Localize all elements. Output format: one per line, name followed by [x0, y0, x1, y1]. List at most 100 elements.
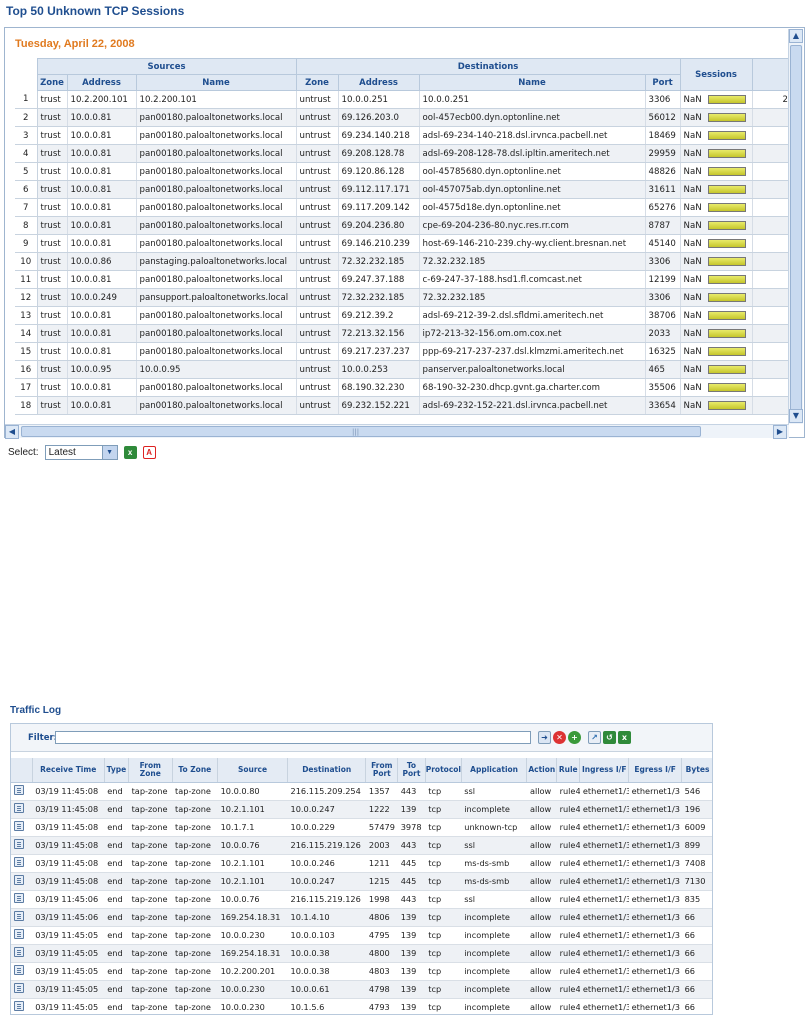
log-row[interactable]: 03/19 11:45:08 end tap-zone tap-zone 10.2.1.…	[11, 872, 712, 891]
detail-cell[interactable]	[11, 854, 33, 873]
log-row[interactable]: 03/19 11:45:06 end tap-zone tap-zone 10.0.0.…	[11, 890, 712, 909]
export-icon[interactable]: ↺	[603, 731, 616, 744]
col-header-bytes[interactable]: Bytes	[681, 758, 712, 783]
col-header-to-port[interactable]: To Port	[397, 758, 426, 783]
vertical-scrollbar[interactable]: ▲ ▼	[788, 29, 803, 424]
col-header-to-zone[interactable]: To Zone	[172, 758, 219, 783]
source-address-header[interactable]: Address	[66, 74, 137, 91]
table-row[interactable]: 15 trust 10.0.0.81 pan00180.paloaltonetwork…	[15, 342, 790, 361]
dest-zone-header[interactable]: Zone	[295, 74, 339, 91]
log-detail-icon[interactable]	[14, 839, 24, 849]
detail-cell[interactable]	[11, 998, 33, 1014]
table-row[interactable]: 9 trust 10.0.0.81 pan00180.paloaltonetworks…	[15, 234, 790, 253]
log-detail-icon[interactable]	[14, 803, 24, 813]
table-row[interactable]: 18 trust 10.0.0.81 pan00180.paloaltonetwork…	[15, 396, 790, 415]
source-zone-header[interactable]: Zone	[36, 74, 68, 91]
port-header[interactable]: Port	[644, 74, 681, 91]
log-row[interactable]: 03/19 11:45:08 end tap-zone tap-zone 10.2.1.…	[11, 800, 712, 819]
log-detail-icon[interactable]	[14, 893, 24, 903]
detail-cell[interactable]	[11, 908, 33, 927]
apply-filter-icon[interactable]: ➜	[538, 731, 551, 744]
log-row[interactable]: 03/19 11:45:08 end tap-zone tap-zone 10.2.1.…	[11, 854, 712, 873]
pdf-icon[interactable]: A	[142, 446, 156, 459]
log-row[interactable]: 03/19 11:45:06 end tap-zone tap-zone 169.254…	[11, 908, 712, 927]
table-row[interactable]: 3 trust 10.0.0.81 pan00180.paloaltonetworks…	[15, 126, 790, 145]
col-header-action[interactable]: Action	[526, 758, 558, 783]
col-header-type[interactable]: Type	[104, 758, 130, 783]
col-header-application[interactable]: Application	[461, 758, 528, 783]
col-header-receive-time[interactable]: Receive Time	[32, 758, 105, 783]
log-row[interactable]: 03/19 11:45:05 end tap-zone tap-zone 10.0.0.…	[11, 926, 712, 945]
col-header-destination[interactable]: Destination	[287, 758, 367, 783]
table-row[interactable]: 16 trust 10.0.0.95 10.0.0.95 untrust 10.0.0.2…	[15, 360, 790, 379]
scroll-up-icon[interactable]: ▲	[789, 29, 803, 43]
log-row[interactable]: 03/19 11:45:05 end tap-zone tap-zone 10.0.0.…	[11, 980, 712, 999]
table-row[interactable]: 12 trust 10.0.0.249 pansupport.paloaltonetw…	[15, 288, 790, 307]
horizontal-scroll-thumb[interactable]: |||	[21, 426, 701, 437]
add-filter-icon[interactable]: +	[568, 731, 581, 744]
table-row[interactable]: 8 trust 10.0.0.81 pan00180.paloaltonetworks…	[15, 216, 790, 235]
scroll-right-icon[interactable]: ▶	[773, 425, 787, 439]
detail-cell[interactable]	[11, 782, 33, 801]
detail-cell[interactable]	[11, 818, 33, 837]
detail-cell[interactable]	[11, 980, 33, 999]
period-select[interactable]: Latest ▼	[44, 445, 118, 460]
log-detail-icon[interactable]	[14, 911, 24, 921]
log-detail-icon[interactable]	[14, 1001, 24, 1011]
log-detail-icon[interactable]	[14, 947, 24, 957]
col-header-rule[interactable]: Rule	[556, 758, 581, 783]
sessions-header[interactable]: Sessions	[679, 58, 753, 91]
scroll-down-icon[interactable]: ▼	[789, 409, 803, 423]
clear-filter-icon[interactable]: ✕	[553, 731, 566, 744]
detail-cell[interactable]	[11, 962, 33, 981]
log-row[interactable]: 03/19 11:45:05 end tap-zone tap-zone 10.2.20…	[11, 962, 712, 981]
table-row[interactable]: 13 trust 10.0.0.81 pan00180.paloaltonetwork…	[15, 306, 790, 325]
col-header-source[interactable]: Source	[217, 758, 288, 783]
vertical-scroll-thumb[interactable]	[790, 45, 802, 415]
excel-export-icon[interactable]: x	[618, 731, 631, 744]
detail-cell[interactable]	[11, 944, 33, 963]
table-row[interactable]: 5 trust 10.0.0.81 pan00180.paloaltonetworks…	[15, 162, 790, 181]
chevron-down-icon[interactable]: ▼	[101, 446, 117, 459]
dest-name-header[interactable]: Name	[418, 74, 646, 91]
table-row[interactable]: 10 trust 10.0.0.86 panstaging.paloaltonetwo…	[15, 252, 790, 271]
detail-cell[interactable]	[11, 926, 33, 945]
table-row[interactable]: 1 trust 10.2.200.101 10.2.200.101 untrust 10.…	[15, 90, 790, 109]
log-row[interactable]: 03/19 11:45:08 end tap-zone tap-zone 10.0.0.…	[11, 782, 712, 801]
log-detail-icon[interactable]	[14, 929, 24, 939]
scroll-left-icon[interactable]: ◀	[5, 425, 19, 439]
log-detail-icon[interactable]	[14, 875, 24, 885]
col-header-ingress-i-f[interactable]: Ingress I/F	[579, 758, 630, 783]
log-row[interactable]: 03/19 11:45:05 end tap-zone tap-zone 169.254…	[11, 944, 712, 963]
col-header-from-port[interactable]: From Port	[365, 758, 399, 783]
excel-icon[interactable]: x	[123, 446, 137, 459]
table-row[interactable]: 17 trust 10.0.0.81 pan00180.paloaltonetwork…	[15, 378, 790, 397]
source-name-header[interactable]: Name	[135, 74, 297, 91]
table-row[interactable]: 11 trust 10.0.0.81 pan00180.paloaltonetwork…	[15, 270, 790, 289]
col-header-protocol[interactable]: Protocol	[425, 758, 462, 783]
table-row[interactable]: 4 trust 10.0.0.81 pan00180.paloaltonetworks…	[15, 144, 790, 163]
log-detail-icon[interactable]	[14, 857, 24, 867]
dest-address-header[interactable]: Address	[337, 74, 420, 91]
log-detail-icon[interactable]	[14, 785, 24, 795]
log-detail-icon[interactable]	[14, 821, 24, 831]
log-detail-icon[interactable]	[14, 983, 24, 993]
table-row[interactable]: 14 trust 10.0.0.81 pan00180.paloaltonetwork…	[15, 324, 790, 343]
sessions-bar	[707, 148, 746, 158]
log-row[interactable]: 03/19 11:45:08 end tap-zone tap-zone 10.0.0.…	[11, 836, 712, 855]
save-filter-icon[interactable]: ↗	[588, 731, 601, 744]
detail-cell[interactable]	[11, 890, 33, 909]
table-row[interactable]: 2 trust 10.0.0.81 pan00180.paloaltonetworks…	[15, 108, 790, 127]
detail-cell[interactable]	[11, 836, 33, 855]
log-row[interactable]: 03/19 11:45:08 end tap-zone tap-zone 10.1.7.…	[11, 818, 712, 837]
log-detail-icon[interactable]	[14, 965, 24, 975]
col-header-egress-i-f[interactable]: Egress I/F	[628, 758, 683, 783]
table-row[interactable]: 7 trust 10.0.0.81 pan00180.paloaltonetworks…	[15, 198, 790, 217]
detail-cell[interactable]	[11, 872, 33, 891]
table-row[interactable]: 6 trust 10.0.0.81 pan00180.paloaltonetworks…	[15, 180, 790, 199]
log-row[interactable]: 03/19 11:45:05 end tap-zone tap-zone 10.0.0.…	[11, 998, 712, 1014]
detail-cell[interactable]	[11, 800, 33, 819]
horizontal-scrollbar[interactable]: ◀ ||| ▶	[5, 424, 789, 439]
filter-input[interactable]	[55, 731, 531, 744]
col-header-from-zone[interactable]: From Zone	[128, 758, 173, 783]
